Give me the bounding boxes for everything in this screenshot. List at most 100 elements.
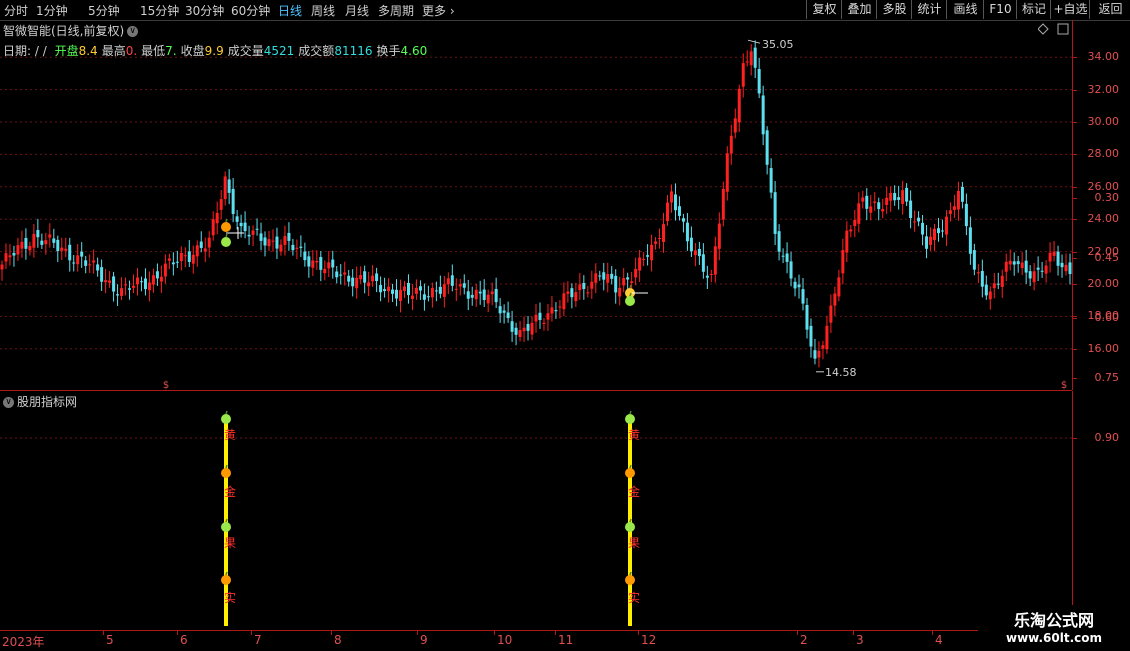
candle-body <box>769 168 773 193</box>
candle-body <box>881 208 885 212</box>
candle-body <box>259 233 263 241</box>
toolbar-button-3[interactable]: 统计 <box>911 0 947 19</box>
orange-icon <box>625 468 635 478</box>
candle-body <box>558 306 562 308</box>
maximize-icon[interactable] <box>1057 23 1069 35</box>
price-axis-tick <box>1073 219 1077 221</box>
candle-body <box>952 206 956 210</box>
toolbar-button-5[interactable]: F10 <box>983 0 1017 19</box>
period-tab-5[interactable]: 60分钟 <box>231 2 270 19</box>
candle-body <box>705 275 709 278</box>
candle-body <box>765 130 769 165</box>
period-tab-0[interactable]: 分时 <box>4 2 28 19</box>
price-axis-tick <box>1073 348 1077 350</box>
candle-body <box>857 203 861 224</box>
toolbar-button-8[interactable]: 返回 <box>1089 0 1130 19</box>
candle-body <box>809 325 813 347</box>
period-tab-7[interactable]: 周线 <box>311 2 335 19</box>
signal-label: 实 <box>628 590 640 605</box>
candle-body <box>1052 251 1056 256</box>
candle-body <box>231 188 235 215</box>
candle-body <box>446 278 450 285</box>
candle-body <box>187 251 191 262</box>
candle-body <box>654 241 658 244</box>
toolbar-button-label: +自选 <box>1053 2 1088 16</box>
candle-body <box>897 197 901 200</box>
candle-body <box>944 216 948 235</box>
date-axis-label: 8 <box>334 633 342 647</box>
candle-body <box>506 312 510 319</box>
candle-body <box>76 255 80 265</box>
candle-body <box>642 259 646 261</box>
period-tab-8[interactable]: 月线 <box>345 2 369 19</box>
apple-marker-icon-stem <box>629 292 632 297</box>
diamond-icon[interactable] <box>1038 23 1049 35</box>
date-axis-tick <box>853 631 854 635</box>
indicator-chart[interactable]: 黄金果实 黄金果实 <box>0 392 1072 630</box>
toolbar-button-0[interactable]: 复权 <box>806 0 842 19</box>
price-axis-tick <box>1073 251 1077 253</box>
candle-body <box>402 286 406 291</box>
chevron-down-icon[interactable]: ∨ <box>127 26 139 37</box>
candle-body <box>590 281 594 289</box>
candle-body <box>901 190 905 204</box>
candle-body <box>697 248 701 257</box>
panel-divider[interactable] <box>0 390 1072 391</box>
candle-body <box>474 289 478 300</box>
signal-label: 黄 <box>224 428 236 442</box>
candle-body <box>968 227 972 254</box>
period-tab-3[interactable]: 15分钟 <box>140 2 179 19</box>
candle-body <box>606 273 610 283</box>
period-tab-6[interactable]: 日线 <box>278 2 302 19</box>
date-axis-label: 10 <box>497 633 513 647</box>
candle-body <box>534 314 538 322</box>
apple-marker-icon <box>221 237 231 247</box>
panel-window-controls <box>1038 23 1069 35</box>
candle-body <box>36 230 40 238</box>
candle-body <box>263 237 267 246</box>
candle-body <box>139 281 143 283</box>
toolbar-button-4[interactable]: 画线 <box>946 0 984 19</box>
candle-body <box>976 272 980 274</box>
price-axis-label: 16.00 <box>1087 341 1120 355</box>
candle-body <box>135 277 139 285</box>
period-tab-10[interactable]: 更多 › <box>422 2 455 19</box>
candle-body <box>821 345 825 349</box>
orange-marker-icon-stem <box>225 218 228 223</box>
orange-marker-icon <box>221 222 231 232</box>
candle-body <box>526 324 530 331</box>
price-axis-label: 32.00 <box>1087 82 1120 96</box>
price-axis-tick <box>1073 57 1077 59</box>
candle-body <box>458 284 462 287</box>
toolbar-button-6[interactable]: 标记 <box>1016 0 1051 19</box>
candle-body <box>677 206 681 216</box>
candle-body <box>171 262 175 265</box>
date-axis-tick <box>417 631 418 635</box>
candle-body <box>618 287 622 297</box>
price-chart[interactable]: 35.05 14.58 $ $ <box>0 38 1072 390</box>
candle-body <box>622 278 626 286</box>
main-chart-title[interactable]: 智微智能(日线,前复权) ∨ <box>3 22 139 39</box>
candle-body <box>733 118 737 133</box>
period-tab-4[interactable]: 30分钟 <box>185 2 224 19</box>
toolbar-button-2[interactable]: 多股 <box>876 0 912 19</box>
date-axis-tick <box>494 631 495 635</box>
candle-body <box>406 283 410 296</box>
signal-label: 金 <box>628 484 640 499</box>
period-tab-9[interactable]: 多周期 <box>378 2 414 19</box>
toolbar-button-7[interactable]: +自选 <box>1050 0 1090 19</box>
price-axis-label: 34.00 <box>1087 50 1120 64</box>
indicator-axis-label: 0.45 <box>1094 251 1120 264</box>
candle-body <box>574 292 578 302</box>
candle-body <box>917 217 921 222</box>
period-tab-2[interactable]: 5分钟 <box>88 2 120 19</box>
date-axis-tick <box>251 631 252 635</box>
candle-body <box>450 275 454 286</box>
period-tab-label: 15分钟 <box>140 4 180 18</box>
date-axis-tick <box>331 631 332 635</box>
period-tab-1[interactable]: 1分钟 <box>36 2 68 19</box>
candle-body <box>311 260 315 268</box>
candle-body <box>227 179 231 193</box>
toolbar-button-1[interactable]: 叠加 <box>841 0 877 19</box>
candle-body <box>319 256 323 270</box>
